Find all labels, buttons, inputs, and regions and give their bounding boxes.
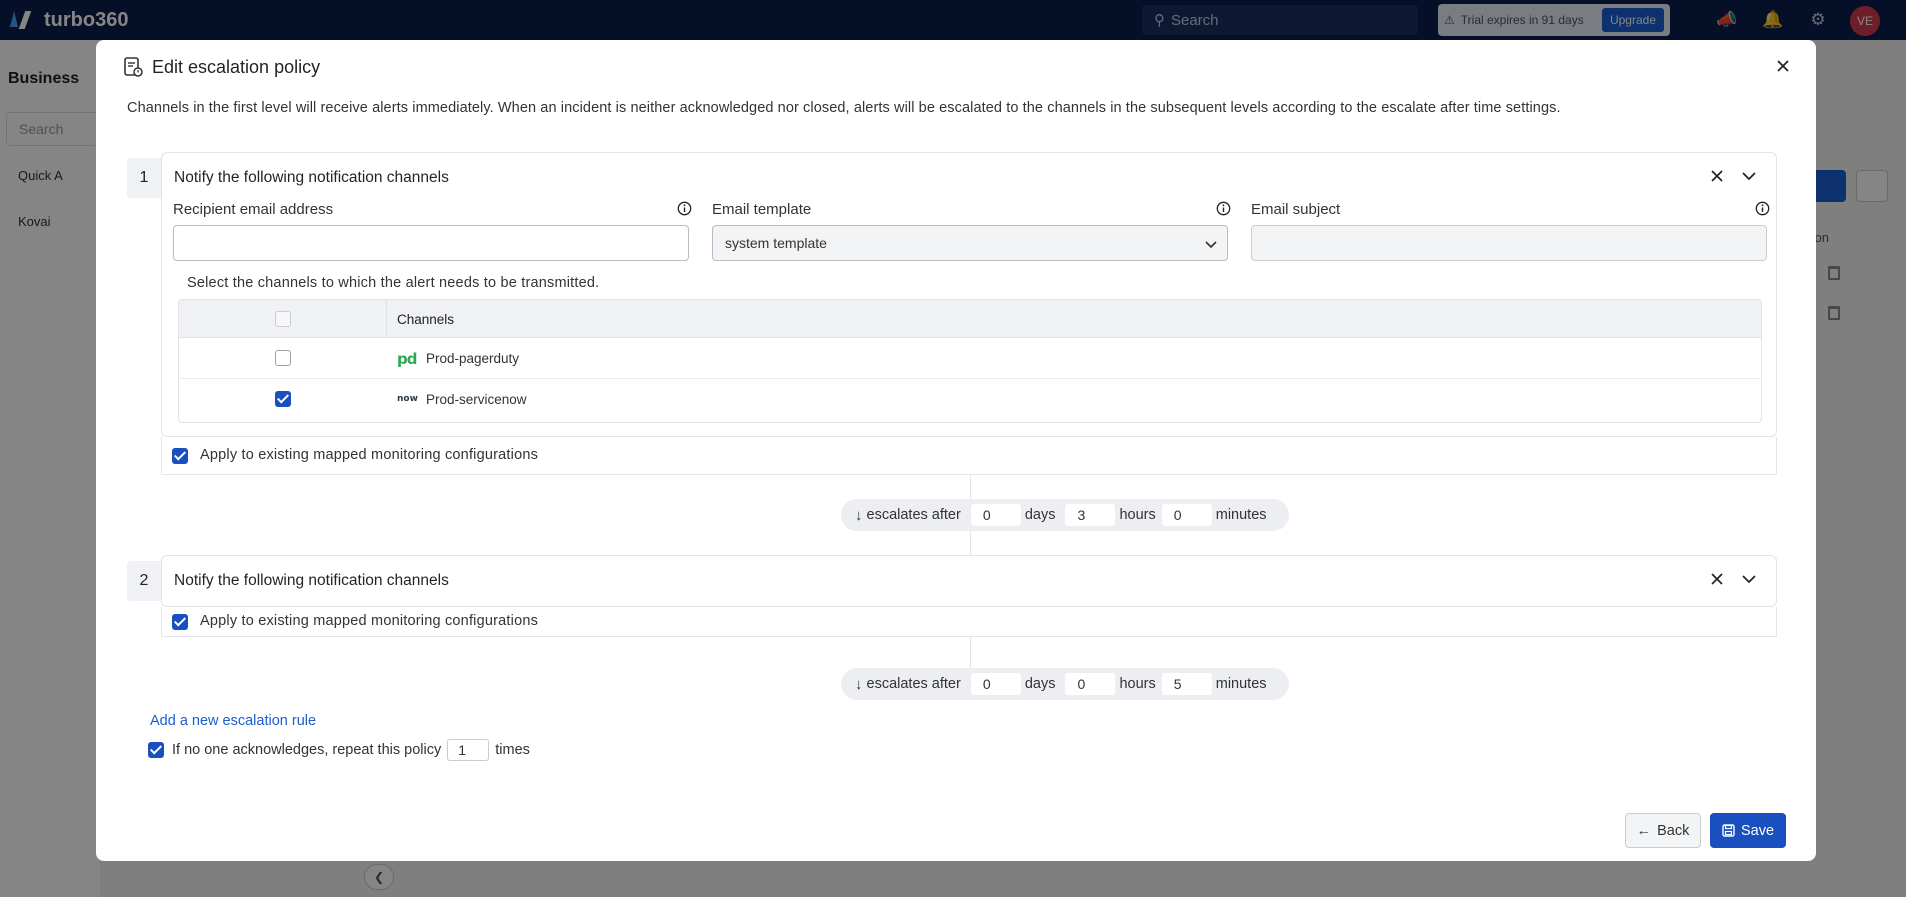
escalate-after-control: ↓ escalates after 0 days 0 hours 5 minut… <box>841 668 1289 700</box>
escalate-minutes-input[interactable]: 5 <box>1161 673 1212 695</box>
escalate-days-input[interactable]: 0 <box>970 673 1021 695</box>
table-row[interactable]: pd Prod-pagerduty <box>179 338 1761 379</box>
level-title: Notify the following notification channe… <box>174 572 449 589</box>
email-subject-input[interactable] <box>1251 225 1767 261</box>
days-label: days <box>1024 676 1056 692</box>
level-number: 2 <box>127 561 161 601</box>
apply-existing-checkbox[interactable] <box>172 448 188 464</box>
info-icon[interactable] <box>677 201 692 216</box>
level-title: Notify the following notification channe… <box>174 169 449 186</box>
hours-label: hours <box>1119 676 1156 692</box>
escalate-hours-input[interactable]: 3 <box>1065 504 1116 526</box>
recipient-email-label: Recipient email address <box>173 201 334 218</box>
escalate-after-control: ↓ escalates after 0 days 3 hours 0 minut… <box>841 499 1289 531</box>
hours-label: hours <box>1119 507 1156 523</box>
escalation-level-2: Notify the following notification channe… <box>161 555 1777 607</box>
column-divider <box>386 300 387 338</box>
dialog-title: Edit escalation policy <box>152 56 321 77</box>
repeat-policy-label: If no one acknowledges, repeat this poli… <box>172 742 442 758</box>
email-subject-label: Email subject <box>1251 201 1341 218</box>
policy-document-icon <box>124 57 143 77</box>
save-button[interactable]: Save <box>1710 813 1786 848</box>
info-icon[interactable] <box>1216 201 1231 216</box>
table-row[interactable]: now Prod-servicenow <box>179 379 1761 420</box>
escalate-hours-input[interactable]: 0 <box>1065 673 1116 695</box>
info-icon[interactable] <box>1755 201 1770 216</box>
add-escalation-rule-link[interactable]: Add a new escalation rule <box>150 713 316 729</box>
apply-existing-row: Apply to existing mapped monitoring conf… <box>161 607 1777 637</box>
edit-escalation-policy-dialog: Edit escalation policy Channels in the f… <box>96 40 1816 861</box>
repeat-suffix-label: times <box>495 742 530 758</box>
days-label: days <box>1024 507 1056 523</box>
repeat-policy-row: If no one acknowledges, repeat this poli… <box>148 739 530 761</box>
minutes-label: minutes <box>1215 507 1267 523</box>
chevron-down-icon[interactable] <box>1740 167 1758 185</box>
save-label: Save <box>1740 822 1775 839</box>
apply-existing-checkbox[interactable] <box>172 614 188 630</box>
remove-level-icon[interactable] <box>1708 167 1726 185</box>
chevron-down-icon[interactable] <box>1740 570 1758 588</box>
chevron-down-icon <box>1205 241 1217 249</box>
level-number: 1 <box>127 158 161 198</box>
channel-checkbox[interactable] <box>275 391 291 407</box>
channels-table: Channels pd Prod-pagerduty now Prod-serv… <box>178 299 1762 423</box>
save-icon <box>1722 824 1735 837</box>
arrow-down-icon: ↓ <box>855 675 863 693</box>
escalate-after-label: escalates after <box>866 676 961 692</box>
arrow-left-icon: ← <box>1636 822 1652 839</box>
channels-table-header: Channels <box>179 300 1761 338</box>
servicenow-icon: now <box>397 394 418 404</box>
channel-checkbox[interactable] <box>275 350 291 366</box>
channel-name: Prod-servicenow <box>426 392 527 407</box>
select-all-checkbox[interactable] <box>275 311 291 327</box>
back-label: Back <box>1657 822 1690 839</box>
minutes-label: minutes <box>1215 676 1267 692</box>
email-template-label: Email template <box>712 201 812 218</box>
escalate-days-input[interactable]: 0 <box>970 504 1021 526</box>
email-template-select[interactable]: system template <box>712 225 1228 261</box>
channel-name: Prod-pagerduty <box>426 351 520 366</box>
close-dialog-icon[interactable] <box>1772 55 1794 77</box>
channels-column-header: Channels <box>397 312 455 327</box>
recipient-email-input[interactable] <box>173 225 689 261</box>
back-button[interactable]: ← Back <box>1625 813 1701 848</box>
dialog-description: Channels in the first level will receive… <box>127 100 1561 116</box>
apply-existing-row: Apply to existing mapped monitoring conf… <box>161 437 1777 475</box>
escalate-after-label: escalates after <box>866 507 961 523</box>
repeat-count-input[interactable]: 1 <box>447 739 490 761</box>
email-template-value: system template <box>725 235 827 251</box>
apply-existing-label: Apply to existing mapped monitoring conf… <box>200 613 539 629</box>
repeat-policy-checkbox[interactable] <box>148 742 164 758</box>
dialog-header: Edit escalation policy <box>122 56 320 78</box>
channels-instruction: Select the channels to which the alert n… <box>187 275 600 291</box>
escalation-level-1: Notify the following notification channe… <box>161 152 1777 437</box>
remove-level-icon[interactable] <box>1708 570 1726 588</box>
pagerduty-icon: pd <box>397 350 418 368</box>
escalate-minutes-input[interactable]: 0 <box>1161 504 1212 526</box>
apply-existing-label: Apply to existing mapped monitoring conf… <box>200 447 539 463</box>
arrow-down-icon: ↓ <box>855 506 863 524</box>
